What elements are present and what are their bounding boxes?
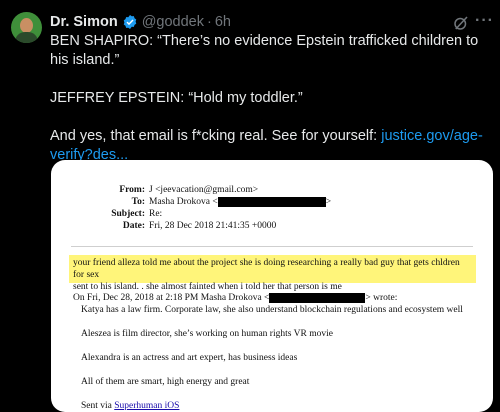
verified-badge-icon [123, 15, 136, 29]
to-value: Masha Drokova < > [149, 196, 332, 207]
quoted-line-2: Aleszea is film director, she’s working … [81, 329, 333, 339]
to-label: To: [131, 197, 145, 207]
separator-dot: · [206, 14, 212, 30]
from-value: J <jeevacation@gmail.com> [149, 185, 259, 195]
grok-icon[interactable] [452, 14, 470, 32]
superhuman-link[interactable]: Superhuman iOS [114, 401, 179, 411]
avatar[interactable] [11, 12, 42, 43]
email-header: From: J <jeevacation@gmail.com> To: Mash… [51, 184, 493, 232]
quoted-message: Katya has a law firm. Corporate law, she… [81, 304, 476, 412]
user-handle[interactable]: @goddek [142, 14, 204, 30]
display-name[interactable]: Dr. Simon [50, 14, 118, 30]
redaction-bar [269, 292, 366, 303]
quote-header: On Fri, Dec 28, 2018 at 2:18 PM Masha Dr… [73, 292, 398, 303]
redaction-bar [217, 196, 326, 207]
from-label: From: [119, 185, 145, 195]
tweet-paragraph-2: JEFFREY EPSTEIN: “Hold my toddler.” [50, 90, 303, 106]
subject-value: Re: [149, 209, 163, 219]
more-options-icon[interactable]: ··· [475, 12, 493, 32]
highlighted-message: your friend alleza told me about the pro… [73, 257, 473, 293]
subject-label: Subject: [111, 209, 145, 219]
quoted-line-1: Katya has a law firm. Corporate law, she… [81, 305, 463, 315]
tweet-text: BEN SHAPIRO: “There’s no evidence Epstei… [50, 32, 490, 165]
date-label: Date: [122, 221, 145, 231]
timestamp[interactable]: 6h [215, 14, 231, 30]
avatar-face [20, 18, 33, 33]
tweet-header: Dr. Simon @goddek · 6h [50, 12, 470, 32]
date-value: Fri, 28 Dec 2018 21:41:35 +0000 [149, 221, 277, 231]
tweet-paragraph-3-text: And yes, that email is f*cking real. See… [50, 128, 382, 144]
quoted-line-5: Sent via Superhuman iOS [81, 401, 180, 411]
quoted-line-3: Alexandra is an actress and art expert, … [81, 353, 298, 363]
email-image-card[interactable]: From: J <jeevacation@gmail.com> To: Mash… [51, 160, 493, 412]
highlighted-line-1: your friend alleza told me about the pro… [73, 258, 460, 280]
divider [71, 246, 473, 247]
avatar-shirt [15, 32, 38, 43]
quoted-line-4: All of them are smart, high energy and g… [81, 377, 250, 387]
tweet-paragraph-1: BEN SHAPIRO: “There’s no evidence Epstei… [50, 33, 479, 68]
